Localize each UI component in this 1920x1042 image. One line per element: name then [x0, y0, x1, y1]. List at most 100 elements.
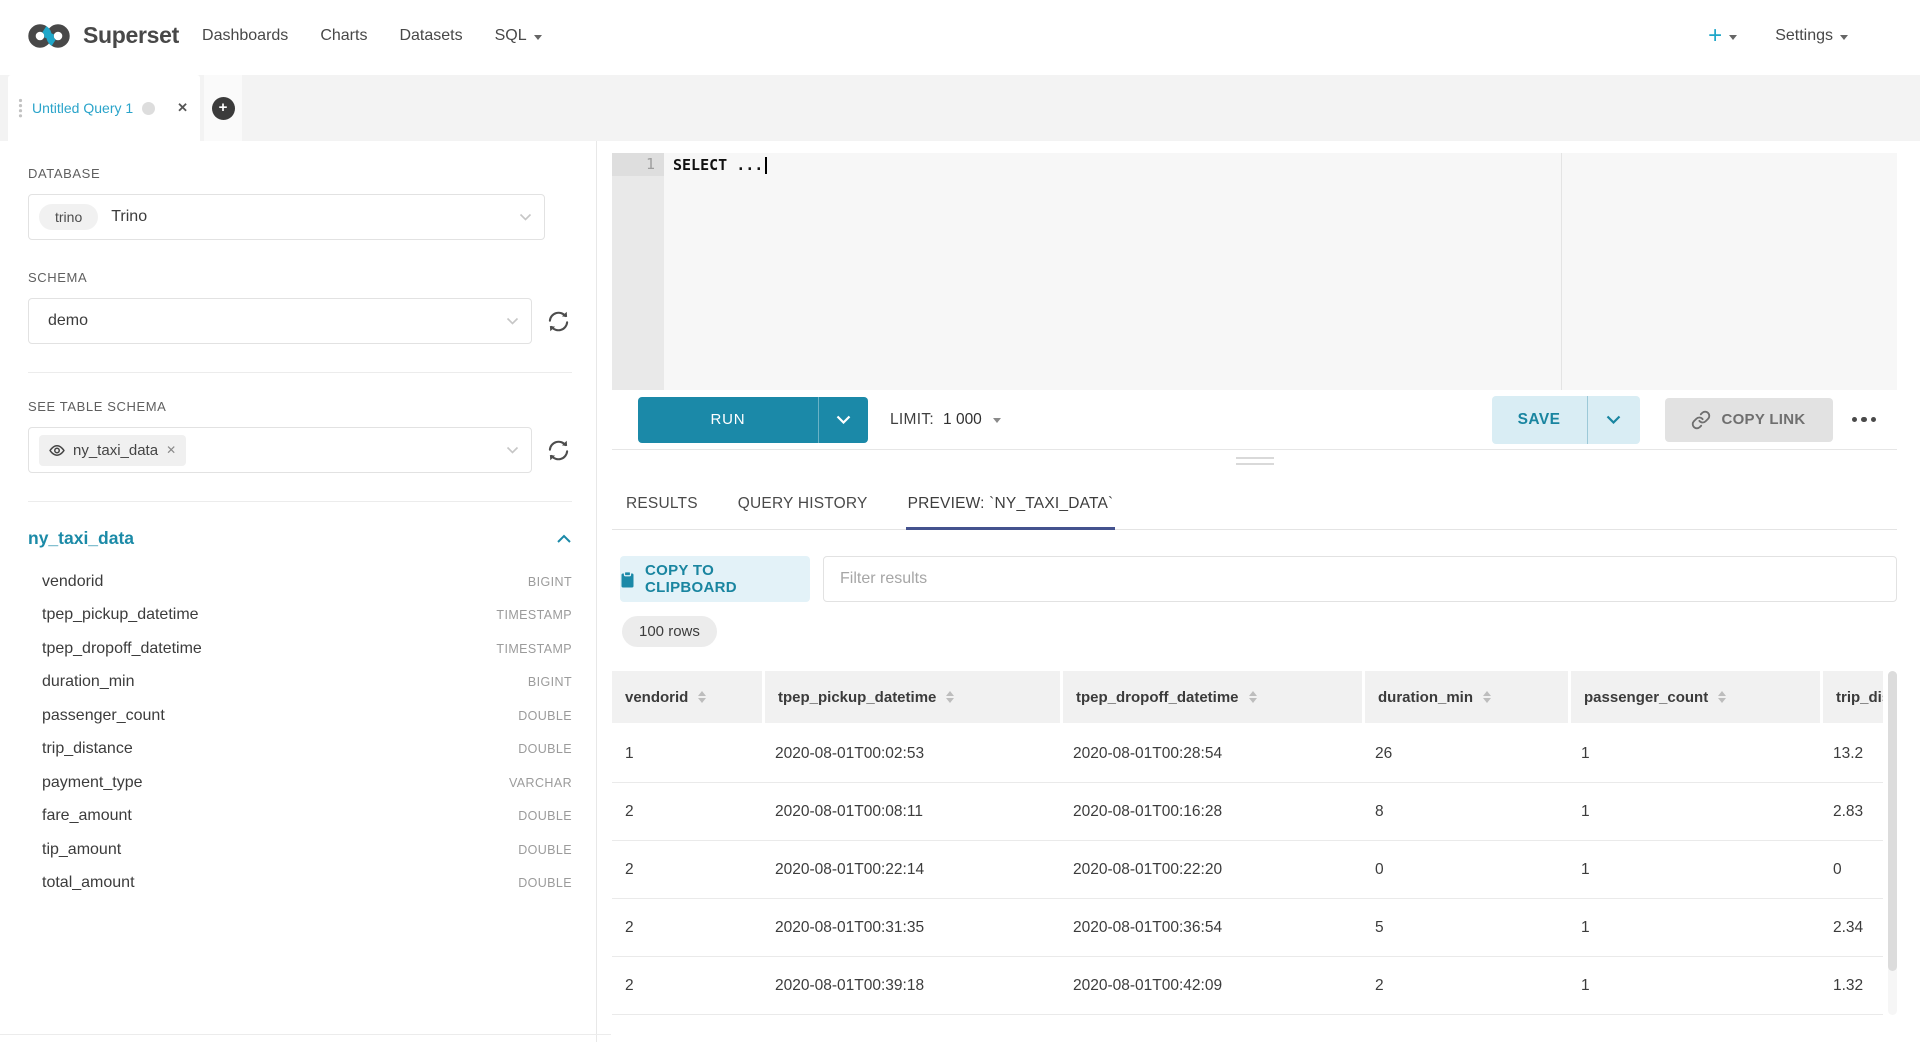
- cell: 2020-08-01T00:16:28: [1060, 783, 1362, 840]
- column-name: duration_min: [28, 673, 135, 691]
- column-header-vendorid[interactable]: vendorid: [612, 671, 762, 723]
- column-row: tip_amount DOUBLE: [28, 833, 572, 867]
- collapse-table-chevron-up-icon[interactable]: [556, 534, 572, 544]
- limit-value: 1 000: [943, 411, 982, 429]
- add-tab-button[interactable]: +: [204, 75, 242, 141]
- table-pill-label: ny_taxi_data: [73, 442, 158, 459]
- run-options-caret[interactable]: [818, 397, 868, 443]
- table-row: 1 2020-08-01T00:02:53 2020-08-01T00:28:5…: [612, 725, 1883, 783]
- limit-dropdown[interactable]: LIMIT: 1 000: [890, 411, 1001, 429]
- scrollbar-thumb[interactable]: [1888, 671, 1897, 971]
- column-header-passenger-count[interactable]: passenger_count: [1568, 671, 1820, 723]
- column-header-label: passenger_count: [1584, 689, 1708, 706]
- new-item-button[interactable]: +: [1708, 26, 1737, 46]
- column-header-dropoff[interactable]: tpep_dropoff_datetime: [1060, 671, 1362, 723]
- cell: 1: [1568, 725, 1820, 782]
- save-button[interactable]: SAVE: [1492, 396, 1640, 444]
- splitter-drag-handle[interactable]: [1236, 457, 1274, 469]
- sidebar: DATABASE trino Trino SCHEMA demo: [0, 141, 597, 1042]
- query-tab-title: Untitled Query 1: [32, 100, 133, 116]
- sort-icon: [698, 691, 706, 704]
- save-options-caret[interactable]: [1587, 396, 1640, 444]
- superset-logo-icon: [26, 21, 72, 51]
- column-type: BIGINT: [528, 575, 572, 589]
- column-type: VARCHAR: [509, 776, 572, 790]
- filter-results-input[interactable]: [823, 556, 1897, 602]
- navbar: Superset Dashboards Charts Datasets SQL …: [0, 0, 1920, 75]
- query-tabbar: Untitled Query 1 ✕ +: [0, 75, 1920, 141]
- editor-code-area: SELECT ...: [664, 153, 1897, 390]
- more-options-button[interactable]: [1850, 411, 1879, 429]
- table-columns-list: vendorid BIGINT tpep_pickup_datetime TIM…: [28, 565, 572, 900]
- column-row: payment_type VARCHAR: [28, 766, 572, 800]
- database-label: DATABASE: [28, 166, 572, 181]
- table-name-heading: ny_taxi_data: [28, 528, 134, 549]
- divider: [28, 372, 572, 373]
- toolbar-right: SAVE COPY LINK: [1492, 396, 1898, 444]
- tab-query-history[interactable]: QUERY HISTORY: [736, 495, 870, 530]
- schema-select[interactable]: demo: [28, 298, 532, 344]
- table-pill: ny_taxi_data ✕: [39, 435, 186, 466]
- column-row: passenger_count DOUBLE: [28, 699, 572, 733]
- refresh-schema-button[interactable]: [544, 307, 572, 335]
- schema-label: SCHEMA: [28, 270, 572, 285]
- limit-label: LIMIT:: [890, 411, 934, 429]
- copy-link-label: COPY LINK: [1721, 411, 1805, 428]
- copy-link-button[interactable]: COPY LINK: [1665, 398, 1833, 442]
- column-name: tpep_dropoff_datetime: [28, 640, 202, 658]
- tab-results[interactable]: RESULTS: [624, 495, 700, 530]
- table-row: 2 2020-08-01T00:22:14 2020-08-01T00:22:2…: [612, 841, 1883, 899]
- column-type: DOUBLE: [518, 709, 572, 723]
- cell: 0: [1362, 841, 1568, 898]
- column-header-label: tpep_pickup_datetime: [778, 689, 936, 706]
- nav-item-sql[interactable]: SQL: [495, 27, 542, 45]
- cell: 8: [1362, 783, 1568, 840]
- column-name: payment_type: [28, 774, 143, 792]
- database-select[interactable]: trino Trino: [28, 194, 545, 240]
- cell: 2020-08-01T00:08:11: [762, 783, 1060, 840]
- column-name: fare_amount: [28, 807, 132, 825]
- brand[interactable]: Superset: [26, 21, 179, 51]
- copy-to-clipboard-button[interactable]: COPY TO CLIPBOARD: [620, 556, 810, 602]
- run-button-label: RUN: [638, 397, 818, 443]
- cell: 2: [612, 899, 762, 956]
- nav-item-datasets[interactable]: Datasets: [399, 27, 462, 45]
- save-button-label: SAVE: [1492, 396, 1587, 444]
- cell: 2020-08-01T00:22:20: [1060, 841, 1362, 898]
- column-header-trip-distance[interactable]: trip_distance: [1820, 671, 1883, 723]
- navbar-right: + Settings: [1708, 26, 1848, 46]
- nav-item-dashboards[interactable]: Dashboards: [202, 27, 288, 45]
- cell: 2020-08-01T00:31:35: [762, 899, 1060, 956]
- results-actions: COPY TO CLIPBOARD: [612, 556, 1897, 602]
- cell: 0: [1820, 841, 1883, 898]
- brand-name: Superset: [83, 22, 179, 49]
- column-name: vendorid: [28, 573, 103, 591]
- column-row: tpep_dropoff_datetime TIMESTAMP: [28, 632, 572, 666]
- copy-to-clipboard-label: COPY TO CLIPBOARD: [645, 562, 810, 596]
- close-tab-icon[interactable]: ✕: [177, 100, 188, 116]
- cell: 1: [612, 725, 762, 782]
- print-margin-line: [1561, 153, 1562, 390]
- table-schema-select[interactable]: ny_taxi_data ✕: [28, 427, 532, 473]
- nav-item-charts[interactable]: Charts: [320, 27, 367, 45]
- cell: 2: [612, 783, 762, 840]
- column-header-duration[interactable]: duration_min: [1362, 671, 1568, 723]
- divider: [28, 501, 572, 502]
- cell: 2: [612, 841, 762, 898]
- query-tab[interactable]: Untitled Query 1 ✕: [8, 75, 200, 141]
- refresh-table-button[interactable]: [544, 436, 572, 464]
- column-header-pickup[interactable]: tpep_pickup_datetime: [762, 671, 1060, 723]
- chevron-down-icon: [506, 317, 519, 325]
- remove-table-icon[interactable]: ✕: [166, 443, 176, 457]
- run-button[interactable]: RUN: [638, 397, 868, 443]
- column-name: passenger_count: [28, 707, 165, 725]
- settings-menu[interactable]: Settings: [1775, 27, 1848, 45]
- plus-icon: +: [212, 97, 235, 120]
- column-row: tpep_pickup_datetime TIMESTAMP: [28, 599, 572, 633]
- column-type: DOUBLE: [518, 843, 572, 857]
- results-scrollbar[interactable]: [1888, 671, 1897, 1015]
- tab-preview-ny-taxi-data[interactable]: PREVIEW: `NY_TAXI_DATA`: [906, 495, 1116, 530]
- sql-editor[interactable]: 1 SELECT ...: [612, 153, 1897, 390]
- settings-label: Settings: [1775, 27, 1833, 45]
- column-type: BIGINT: [528, 675, 572, 689]
